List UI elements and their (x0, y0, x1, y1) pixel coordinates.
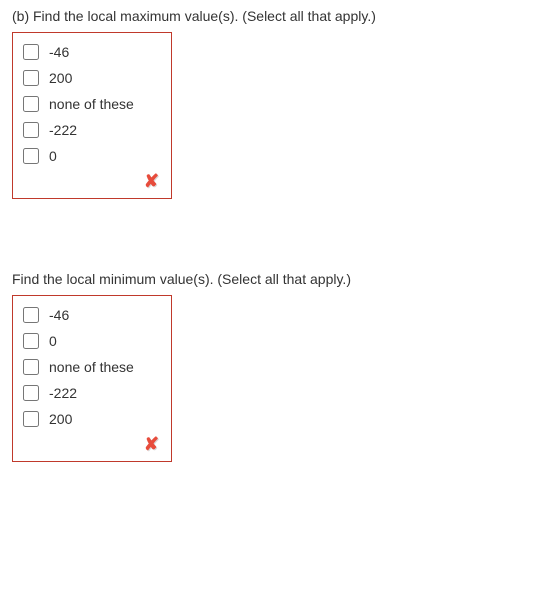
option-label: -46 (49, 307, 69, 323)
option-row: none of these (21, 354, 163, 380)
checkbox-option[interactable] (23, 44, 39, 60)
option-label: none of these (49, 359, 134, 375)
answer-box-max: -46 200 none of these -222 0 ✘ (12, 32, 172, 199)
option-label: -222 (49, 122, 77, 138)
option-row: -46 (21, 302, 163, 328)
option-row: 0 (21, 143, 163, 169)
incorrect-icon: ✘ (144, 434, 159, 455)
incorrect-icon: ✘ (144, 171, 159, 192)
option-row: 0 (21, 328, 163, 354)
checkbox-option[interactable] (23, 359, 39, 375)
question-block-max: (b) Find the local maximum value(s). (Se… (12, 8, 535, 199)
option-label: -46 (49, 44, 69, 60)
option-label: 200 (49, 411, 72, 427)
option-label: 0 (49, 333, 57, 349)
checkbox-option[interactable] (23, 148, 39, 164)
question-prompt-max: (b) Find the local maximum value(s). (Se… (12, 8, 535, 24)
checkbox-option[interactable] (23, 96, 39, 112)
option-label: none of these (49, 96, 134, 112)
option-row: 200 (21, 65, 163, 91)
question-block-min: Find the local minimum value(s). (Select… (12, 271, 535, 462)
checkbox-option[interactable] (23, 411, 39, 427)
feedback-row: ✘ (21, 432, 163, 457)
answer-box-min: -46 0 none of these -222 200 ✘ (12, 295, 172, 462)
option-row: -46 (21, 39, 163, 65)
feedback-row: ✘ (21, 169, 163, 194)
section-gap (12, 199, 535, 271)
checkbox-option[interactable] (23, 385, 39, 401)
option-label: 200 (49, 70, 72, 86)
checkbox-option[interactable] (23, 333, 39, 349)
option-label: 0 (49, 148, 57, 164)
option-row: -222 (21, 117, 163, 143)
option-label: -222 (49, 385, 77, 401)
option-row: -222 (21, 380, 163, 406)
option-row: 200 (21, 406, 163, 432)
question-prompt-min: Find the local minimum value(s). (Select… (12, 271, 535, 287)
checkbox-option[interactable] (23, 122, 39, 138)
checkbox-option[interactable] (23, 307, 39, 323)
option-row: none of these (21, 91, 163, 117)
checkbox-option[interactable] (23, 70, 39, 86)
